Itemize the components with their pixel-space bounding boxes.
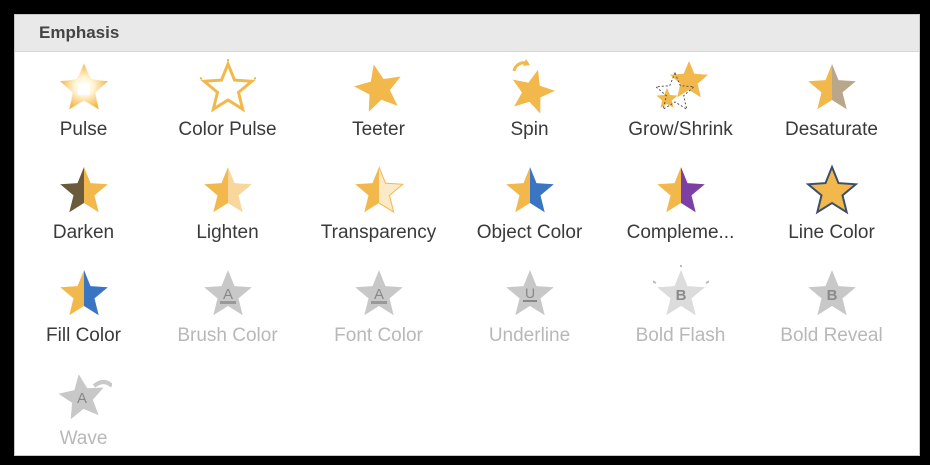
effect-color-pulse[interactable]: Color Pulse — [152, 53, 303, 156]
effect-label: Bold Flash — [635, 325, 726, 346]
teeter-icon — [351, 59, 407, 115]
effect-label: Teeter — [352, 119, 405, 140]
effect-label: Grow/Shrink — [628, 119, 733, 140]
svg-text:A: A — [373, 286, 383, 303]
effect-label: Compleme... — [626, 222, 735, 243]
fill-color-icon — [56, 265, 112, 321]
effects-row: A Wave — [15, 362, 921, 465]
section-title: Emphasis — [39, 23, 120, 42]
effect-label: Wave — [59, 428, 108, 449]
effect-label: Desaturate — [785, 119, 878, 140]
effect-grow-shrink[interactable]: Grow/Shrink — [605, 53, 756, 156]
effect-label: Line Color — [788, 222, 875, 243]
effect-font-color: A Font Color — [303, 259, 454, 362]
lighten-icon — [200, 162, 256, 218]
effect-label: Lighten — [196, 222, 259, 243]
svg-text:B: B — [675, 287, 686, 304]
effect-bold-reveal: B Bold Reveal — [756, 259, 907, 362]
darken-icon — [56, 162, 112, 218]
effect-label: Font Color — [334, 325, 423, 346]
effect-compleme[interactable]: Compleme... — [605, 156, 756, 259]
effect-object-color[interactable]: Object Color — [454, 156, 605, 259]
desaturate-icon — [804, 59, 860, 115]
line-color-icon — [804, 162, 860, 218]
effect-label: Object Color — [476, 222, 583, 243]
effect-lighten[interactable]: Lighten — [152, 156, 303, 259]
effect-teeter[interactable]: Teeter — [303, 53, 454, 156]
effect-label: Spin — [510, 119, 549, 140]
spin-icon — [502, 59, 558, 115]
color-pulse-icon — [199, 59, 256, 115]
effect-label: Fill Color — [46, 325, 121, 346]
effect-line-color[interactable]: Line Color — [756, 156, 907, 259]
svg-text:B: B — [826, 287, 837, 304]
effect-wave: A Wave — [15, 362, 152, 465]
bold-reveal-icon: B — [804, 265, 860, 321]
effect-transparency[interactable]: Transparency — [303, 156, 454, 259]
effect-label: Darken — [52, 222, 115, 243]
underline-icon: U — [502, 265, 558, 321]
effect-label: Transparency — [320, 222, 437, 243]
emphasis-effects-panel: Emphasis Pulse Color Pulse Teeter Spin Gr… — [14, 14, 920, 456]
complementary-color-icon — [653, 162, 709, 218]
svg-text:A: A — [76, 390, 86, 407]
object-color-icon — [502, 162, 558, 218]
effect-label: Pulse — [59, 119, 108, 140]
bold-flash-icon: B — [652, 265, 709, 321]
font-color-icon: A — [351, 265, 407, 321]
pulse-icon — [56, 59, 112, 115]
wave-icon: A — [56, 368, 112, 424]
effect-label: Brush Color — [177, 325, 278, 346]
brush-color-icon: A — [200, 265, 256, 321]
svg-text:A: A — [222, 286, 232, 303]
effects-grid: Pulse Color Pulse Teeter Spin Grow/Shrink… — [15, 53, 921, 465]
effects-row: Pulse Color Pulse Teeter Spin Grow/Shrink… — [15, 53, 921, 156]
effect-spin[interactable]: Spin — [454, 53, 605, 156]
grow-shrink-icon — [653, 59, 709, 115]
effect-label: Underline — [488, 325, 571, 346]
effect-darken[interactable]: Darken — [15, 156, 152, 259]
effect-label: Color Pulse — [178, 119, 277, 140]
svg-text:U: U — [524, 285, 534, 301]
effect-underline: U Underline — [454, 259, 605, 362]
effect-brush-color: A Brush Color — [152, 259, 303, 362]
effect-fill-color[interactable]: Fill Color — [15, 259, 152, 362]
transparency-icon — [351, 162, 407, 218]
effect-bold-flash: B Bold Flash — [605, 259, 756, 362]
effects-row: Fill Color A Brush Color A Font Color U Und… — [15, 259, 921, 362]
section-header: Emphasis — [15, 15, 919, 52]
effects-row: Darken Lighten Transparency Object Color… — [15, 156, 921, 259]
effect-pulse[interactable]: Pulse — [15, 53, 152, 156]
effect-desaturate[interactable]: Desaturate — [756, 53, 907, 156]
effect-label: Bold Reveal — [780, 325, 883, 346]
